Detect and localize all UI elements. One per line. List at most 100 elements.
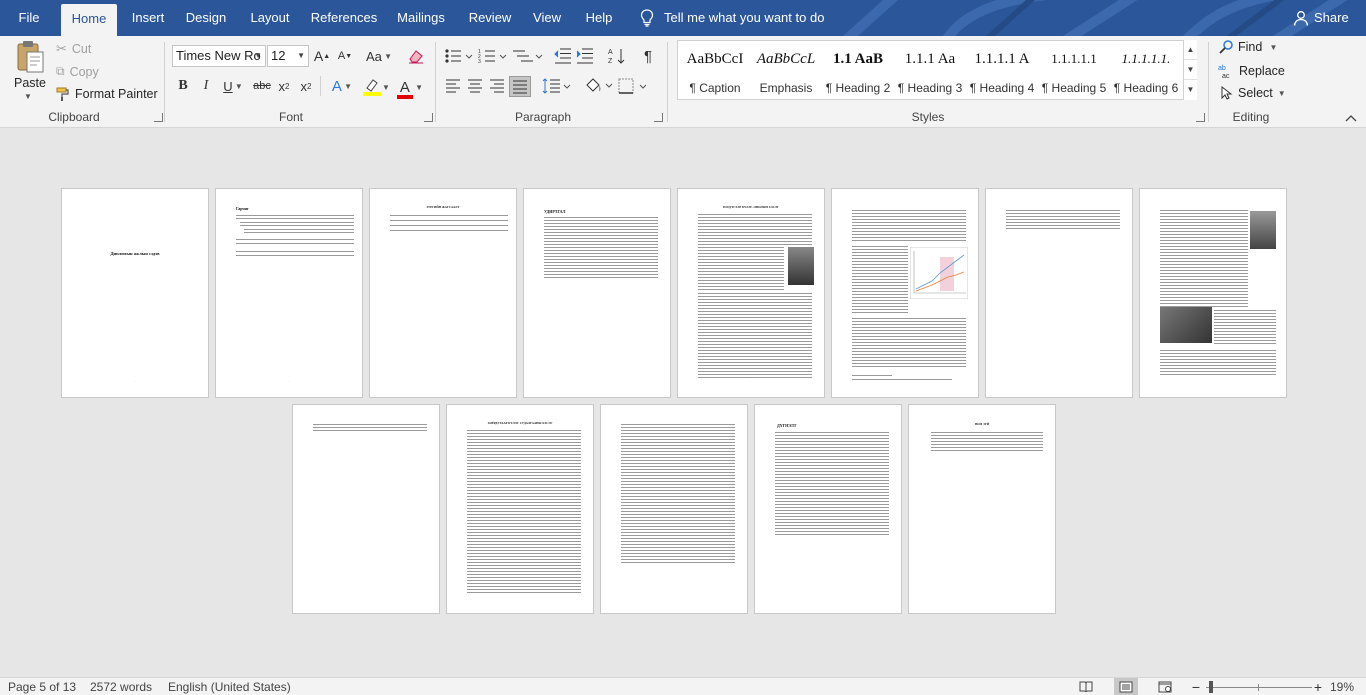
tab-home[interactable]: Home: [61, 4, 117, 36]
page-thumbnail[interactable]: НОМ ЗҮЙ ·: [908, 404, 1056, 614]
page-thumbnail[interactable]: ·: [985, 188, 1133, 398]
replace-button[interactable]: ab ac Replace: [1218, 63, 1285, 79]
document-area[interactable]: Дипломын ажлын сэдэв · Гарчиг · ЗУРГИЙН …: [0, 128, 1366, 677]
decrease-indent-icon[interactable]: [554, 46, 572, 66]
italic-button[interactable]: I: [198, 77, 214, 95]
styles-scroll: ▲ ▼ ▼: [1183, 40, 1197, 100]
page-thumbnail[interactable]: Гарчиг ·: [215, 188, 363, 398]
find-button[interactable]: Find ▼: [1219, 40, 1277, 54]
format-painter-button[interactable]: Format Painter: [56, 87, 158, 101]
text-effects-icon[interactable]: A ▼: [328, 77, 356, 95]
font-size-select[interactable]: 12 ▼: [267, 45, 309, 67]
style-heading-5[interactable]: 1.1.1.1.1 ¶ Heading 5: [1038, 41, 1110, 99]
page-thumbnail[interactable]: ·: [292, 404, 440, 614]
tab-layout[interactable]: Layout: [244, 0, 296, 36]
language-status[interactable]: English (United States): [168, 680, 291, 694]
styles-launcher-icon[interactable]: [1196, 113, 1205, 122]
tab-help[interactable]: Help: [580, 0, 618, 36]
page-number: ·: [981, 595, 983, 599]
shrink-font-icon[interactable]: A ▼: [336, 47, 354, 65]
tab-file[interactable]: File: [8, 0, 50, 36]
shading-icon[interactable]: [584, 77, 614, 95]
chevron-down-icon: ▼: [254, 51, 262, 60]
strikethrough-button[interactable]: abc: [252, 77, 272, 95]
style-heading-6[interactable]: 1.1.1.1.1. ¶ Heading 6: [1110, 41, 1182, 99]
page-thumbnail[interactable]: [831, 188, 979, 398]
page-thumbnail[interactable]: УДИРТГАЛ ·: [523, 188, 671, 398]
word-count-status[interactable]: 2572 words: [90, 680, 152, 694]
tell-me-box[interactable]: Tell me what you want to do: [640, 0, 824, 36]
style-caption[interactable]: AaBbCcI ¶ Caption: [680, 41, 750, 99]
style-preview: 1.1 AaB: [832, 51, 883, 67]
underline-button[interactable]: U ▼: [220, 77, 246, 95]
style-name: ¶ Heading 2: [825, 81, 891, 95]
subscript-button[interactable]: x2: [276, 77, 292, 95]
tab-mailings[interactable]: Mailings: [392, 0, 450, 36]
copy-button[interactable]: ⧉ Copy: [56, 64, 99, 79]
numbering-icon[interactable]: 123: [478, 46, 508, 66]
page-count-status[interactable]: Page 5 of 13: [8, 680, 76, 694]
grow-font-icon[interactable]: A ▲: [313, 47, 331, 65]
paste-dropdown-icon[interactable]: ▼: [24, 92, 32, 101]
align-center-icon[interactable]: [466, 77, 484, 95]
bullets-icon[interactable]: [444, 46, 474, 66]
sort-icon[interactable]: AZ: [608, 46, 626, 66]
clear-formatting-icon[interactable]: [406, 47, 426, 65]
superscript-button[interactable]: x2: [298, 77, 314, 95]
multilevel-list-icon[interactable]: [512, 46, 544, 66]
increase-indent-icon[interactable]: [576, 46, 594, 66]
page-thumbnail[interactable]: [1139, 188, 1287, 398]
font-color-icon[interactable]: A ▼: [394, 77, 426, 99]
paragraph-launcher-icon[interactable]: [654, 113, 663, 122]
page-thumbnail[interactable]: ХОЁРДУГААР БҮЛЭГ. СУДАЛГААНЫ ХЭСЭГ ·: [446, 404, 594, 614]
style-heading-3[interactable]: 1.1.1 Aa ¶ Heading 3: [894, 41, 966, 99]
style-preview: 1.1.1.1 A: [974, 51, 1030, 67]
page-thumbnail[interactable]: ДҮГНЭЛТ ·: [754, 404, 902, 614]
paste-icon[interactable]: [15, 40, 45, 74]
font-launcher-icon[interactable]: [424, 113, 433, 122]
tab-review[interactable]: Review: [464, 0, 516, 36]
justify-icon[interactable]: [509, 76, 531, 97]
page-thumbnail[interactable]: НЭГДҮГЭЭР БҮЛЭГ. ОНОЛЫН ХЭСЭГ ·: [677, 188, 825, 398]
cut-button[interactable]: ✂ Cut: [56, 41, 91, 57]
tab-references[interactable]: References: [309, 0, 379, 36]
zoom-in-icon[interactable]: +: [1312, 679, 1324, 695]
read-mode-icon[interactable]: [1078, 680, 1094, 694]
share-button[interactable]: Share: [1293, 0, 1349, 36]
print-layout-icon[interactable]: [1114, 678, 1138, 695]
style-emphasis[interactable]: AaBbCcL Emphasis: [750, 41, 822, 99]
scroll-up-icon[interactable]: ▲: [1184, 40, 1197, 60]
collapse-ribbon-icon[interactable]: [1344, 112, 1358, 124]
zoom-slider[interactable]: [1206, 687, 1312, 688]
show-formatting-marks-icon[interactable]: ¶: [640, 46, 656, 66]
scroll-down-icon[interactable]: ▼: [1184, 60, 1197, 80]
select-button[interactable]: Select ▼: [1219, 86, 1286, 100]
ribbon-home: Paste ▼ ✂ Cut ⧉ Copy Format Painter Clip…: [0, 36, 1366, 128]
more-styles-icon[interactable]: ▼: [1184, 80, 1197, 100]
zoom-out-icon[interactable]: −: [1190, 679, 1202, 695]
web-layout-icon[interactable]: [1157, 680, 1173, 694]
style-heading-4[interactable]: 1.1.1.1 A ¶ Heading 4: [966, 41, 1038, 99]
zoom-level[interactable]: 19%: [1330, 680, 1354, 694]
tab-design[interactable]: Design: [182, 0, 230, 36]
style-heading-2[interactable]: 1.1 AaB ¶ Heading 2: [822, 41, 894, 99]
zoom-slider-thumb[interactable]: [1209, 681, 1213, 693]
borders-icon[interactable]: [618, 77, 648, 95]
paste-button[interactable]: Paste: [14, 76, 46, 90]
align-right-icon[interactable]: [488, 77, 506, 95]
page-thumbnail[interactable]: ·: [600, 404, 748, 614]
page-number: ·: [596, 379, 598, 383]
bold-button[interactable]: B: [175, 77, 191, 95]
text-highlight-icon[interactable]: ▼: [360, 77, 392, 97]
text-block: [313, 423, 427, 433]
change-case-icon[interactable]: Aa ▼: [364, 47, 394, 65]
ribbon-background-pattern: [842, 0, 1348, 36]
page-thumbnail[interactable]: Дипломын ажлын сэдэв ·: [61, 188, 209, 398]
clipboard-launcher-icon[interactable]: [154, 113, 163, 122]
tab-view[interactable]: View: [528, 0, 566, 36]
align-left-icon[interactable]: [444, 77, 462, 95]
font-name-select[interactable]: Times New Ro ▼: [172, 45, 266, 67]
page-thumbnail[interactable]: ЗУРГИЙН ЖАГСААЛТ ·: [369, 188, 517, 398]
line-spacing-icon[interactable]: [542, 77, 572, 95]
tab-insert[interactable]: Insert: [126, 0, 170, 36]
